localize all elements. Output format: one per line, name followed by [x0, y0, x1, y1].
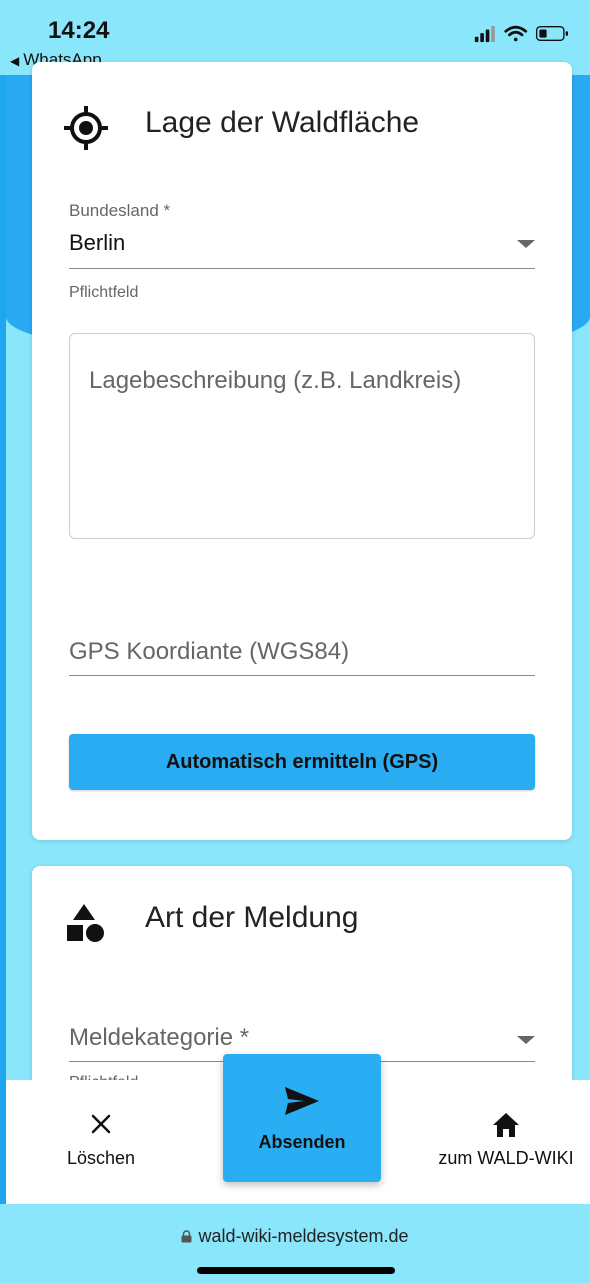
report-type-section-title: Art der Meldung: [145, 901, 359, 934]
location-section-title: Lage der Waldfläche: [145, 106, 420, 139]
state-field-underline: [69, 268, 535, 269]
lock-icon: [181, 1230, 192, 1243]
chevron-down-icon: [517, 1036, 535, 1044]
close-icon: [91, 1114, 111, 1134]
shapes-icon: [67, 904, 104, 942]
back-triangle-icon: ◀: [10, 54, 20, 68]
state-field-value: Berlin: [69, 230, 126, 255]
home-icon: [493, 1113, 519, 1137]
chevron-down-icon: [517, 240, 535, 248]
state-field-label: Bundesland *: [69, 201, 171, 220]
location-card: Lage der Waldfläche Bundesland * Berlin …: [32, 62, 572, 840]
gps-coordinate-placeholder: GPS Koordiante (WGS84): [69, 638, 350, 665]
report-category-placeholder: Meldekategorie *: [69, 1024, 250, 1051]
submit-label: Absenden: [258, 1132, 346, 1152]
gps-field-underline: [69, 675, 535, 676]
location-description-placeholder: Lagebeschreibung (z.B. Landkreis): [89, 367, 462, 394]
url-display[interactable]: wald-wiki-meldesystem.de: [0, 1226, 590, 1247]
state-field-helper: Pflichtfeld: [69, 284, 139, 301]
delete-button[interactable]: Löschen: [46, 1112, 156, 1169]
url-text: wald-wiki-meldesystem.de: [198, 1226, 409, 1246]
browser-url-bar: wald-wiki-meldesystem.de: [0, 1204, 590, 1283]
crosshair-icon: [64, 106, 108, 150]
submit-button[interactable]: Absenden: [223, 1054, 381, 1182]
location-description-textarea[interactable]: Lagebeschreibung (z.B. Landkreis): [69, 333, 535, 539]
wiki-button[interactable]: zum WALD-WIKI: [431, 1112, 581, 1169]
wifi-icon: [504, 25, 528, 42]
wiki-label: zum WALD-WIKI: [438, 1148, 574, 1168]
signal-icon: [474, 25, 495, 43]
battery-icon: [535, 26, 568, 42]
delete-label: Löschen: [66, 1148, 136, 1168]
home-indicator[interactable]: [197, 1267, 395, 1274]
gps-detect-button[interactable]: Automatisch ermitteln (GPS): [69, 734, 535, 790]
status-time: 14:24: [48, 17, 110, 44]
send-icon: [285, 1087, 319, 1115]
status-icons: [474, 25, 568, 43]
